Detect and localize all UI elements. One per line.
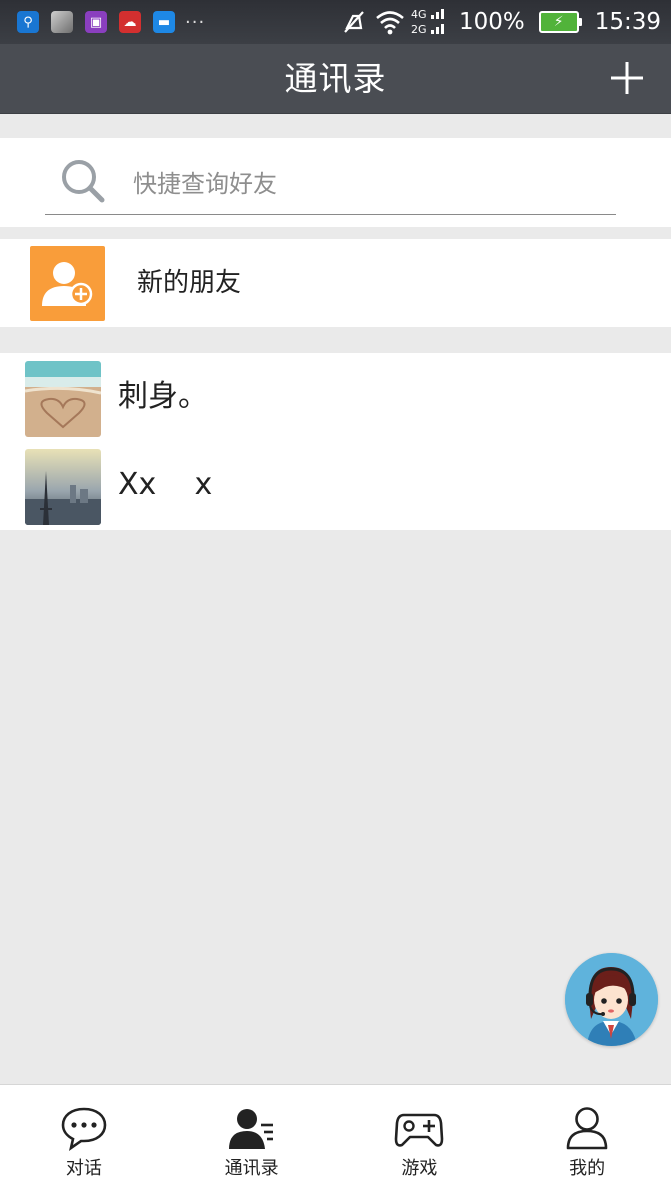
- tab-chats[interactable]: 对话: [0, 1085, 168, 1192]
- gallery-icon: ▣: [85, 11, 107, 33]
- network-4g-label: 4G: [411, 8, 427, 21]
- gamepad-icon: [395, 1113, 444, 1147]
- notification-icons: ⚲ ▣ ☁ ▬ ···: [17, 11, 205, 33]
- usb-icon: ⚲: [17, 11, 39, 33]
- tab-games-label: 游戏: [401, 1158, 438, 1179]
- page-title: 通讯录: [284, 59, 387, 98]
- contacts-icon: [228, 1109, 273, 1149]
- tab-chats-label: 对话: [65, 1158, 102, 1179]
- message-icon: ▬: [153, 11, 175, 33]
- title-bar: 通讯录: [0, 44, 671, 114]
- system-status: 4G 2G 100% ⚡ 15:39: [339, 6, 661, 38]
- tab-me[interactable]: 我的: [503, 1085, 671, 1192]
- profile-icon: [566, 1107, 608, 1150]
- paris-eiffel-avatar: [25, 449, 101, 525]
- bottom-nav: 对话 通讯录 游戏 我的: [0, 1084, 671, 1192]
- tab-contacts[interactable]: 通讯录: [168, 1085, 336, 1192]
- battery-percentage: 100%: [458, 9, 525, 35]
- search-field[interactable]: [45, 148, 616, 215]
- contact-list: 刺身。 Xx x: [0, 353, 671, 530]
- network-2g-label: 2G: [411, 23, 427, 36]
- tab-games[interactable]: 游戏: [336, 1085, 504, 1192]
- search-section: [0, 138, 671, 227]
- beach-heart-avatar: [25, 361, 101, 437]
- new-friends-label: 新的朋友: [137, 268, 242, 298]
- battery-icon: ⚡: [538, 11, 582, 33]
- more-notifications-icon: ···: [185, 11, 206, 33]
- tab-contacts-label: 通讯录: [224, 1158, 279, 1179]
- contact-name: 刺身。: [118, 379, 208, 414]
- search-icon: [62, 160, 105, 203]
- tab-me-label: 我的: [569, 1158, 606, 1179]
- plus-icon[interactable]: [605, 56, 649, 100]
- customer-service-avatar[interactable]: [565, 953, 658, 1046]
- cloud-icon: ☁: [119, 11, 141, 33]
- contact-item[interactable]: Xx x: [0, 441, 671, 529]
- status-bar: ⚲ ▣ ☁ ▬ ··· 4G 2G 100% ⚡ 15:39: [0, 0, 671, 44]
- new-friends-item[interactable]: 新的朋友: [0, 239, 671, 327]
- photo-thumbnail-icon: [51, 11, 73, 33]
- contact-item[interactable]: 刺身。: [0, 353, 671, 441]
- wifi-icon: [376, 11, 404, 35]
- mute-icon: [344, 11, 364, 33]
- contact-name: Xx x: [118, 467, 213, 502]
- signal-icon: 4G 2G: [411, 8, 444, 36]
- chat-bubble-icon: [61, 1107, 107, 1151]
- add-contact-icon: [30, 246, 105, 321]
- clock: 15:39: [594, 9, 661, 35]
- search-input[interactable]: [133, 164, 603, 204]
